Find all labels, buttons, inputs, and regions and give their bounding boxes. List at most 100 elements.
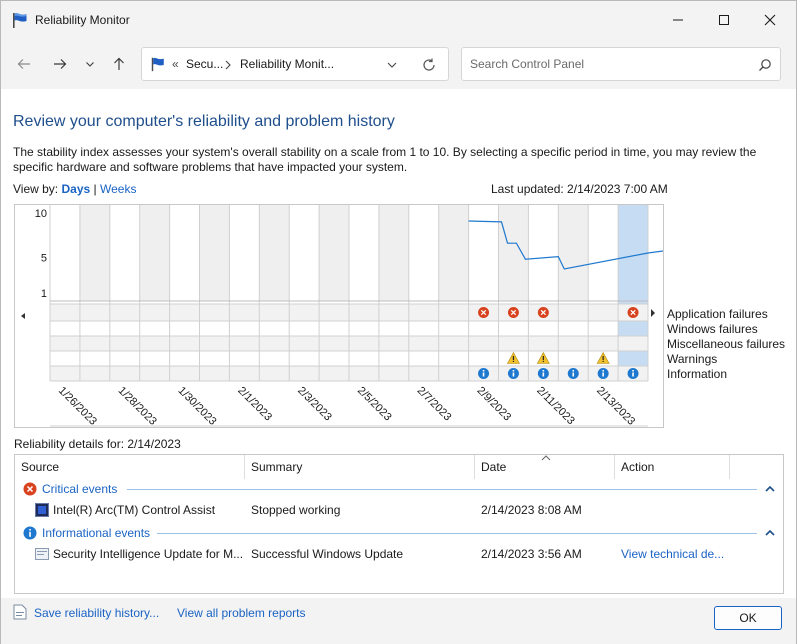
chevron-down-icon[interactable] xyxy=(387,60,397,70)
chart-column-shade xyxy=(558,205,589,301)
column-header-source[interactable]: Source xyxy=(15,455,245,479)
window-title: Reliability Monitor xyxy=(35,13,130,27)
last-updated: Last updated: 2/14/2023 7:00 AM xyxy=(491,182,668,196)
group-informational-events[interactable]: Informational events xyxy=(23,526,150,540)
main-content: Review your computer's reliability and p… xyxy=(1,89,796,598)
chart-column-shade xyxy=(139,205,170,301)
scroll-right-icon[interactable] xyxy=(649,308,657,318)
view-all-problem-reports-link[interactable]: View all problem reports xyxy=(177,606,306,620)
column-header-action[interactable]: Action xyxy=(615,455,730,479)
refresh-icon[interactable] xyxy=(422,58,436,72)
page-title: Review your computer's reliability and p… xyxy=(13,113,395,130)
chart-column-shade xyxy=(438,205,469,301)
view-technical-details-link[interactable]: View technical de... xyxy=(621,547,724,561)
date-label: 2/11/2023 xyxy=(534,385,577,427)
up-button[interactable] xyxy=(110,55,128,73)
group-divider xyxy=(157,533,757,534)
scroll-left-icon[interactable] xyxy=(21,313,25,319)
sort-ascending-icon xyxy=(541,455,551,461)
group-title-informational: Informational events xyxy=(42,526,151,540)
chevron-right-icon xyxy=(225,60,231,70)
chart-column-shade xyxy=(498,205,529,301)
save-document-icon xyxy=(13,604,27,620)
date-label: 1/28/2023 xyxy=(116,385,159,427)
address-overflow-indicator[interactable]: « xyxy=(172,57,179,71)
info-icon-bar xyxy=(632,372,634,377)
save-reliability-history-link[interactable]: Save reliability history... xyxy=(34,606,159,620)
chevron-down-icon xyxy=(86,62,94,67)
reliability-details-label: Reliability details for: 2/14/2023 xyxy=(14,437,181,451)
info-icon-dot xyxy=(632,370,634,372)
warning-icon-dot xyxy=(512,360,515,362)
y-tick-label: 5 xyxy=(41,252,47,264)
date-label: 2/9/2023 xyxy=(474,385,513,424)
view-by-weeks-link[interactable]: Weeks xyxy=(100,182,136,196)
arrow-left-icon xyxy=(17,59,30,69)
info-icon-bar xyxy=(572,372,575,377)
search-icon[interactable] xyxy=(758,58,772,72)
chart-column-shade xyxy=(259,205,290,301)
view-by: View by: Days | Weeks xyxy=(13,182,136,196)
date-label: 2/13/2023 xyxy=(594,385,637,427)
column-header-summary[interactable]: Summary xyxy=(245,455,475,479)
error-icon xyxy=(23,482,37,496)
date-label: 1/26/2023 xyxy=(56,385,99,427)
breadcrumb-reliability-monitor[interactable]: Reliability Monit... xyxy=(240,57,334,71)
app-icon xyxy=(35,503,49,517)
footer: Save reliability history... View all pro… xyxy=(1,598,796,644)
minimize-button[interactable] xyxy=(655,1,701,39)
windows-update-icon xyxy=(35,548,49,560)
flag-icon xyxy=(13,13,27,28)
row-summary: Stopped working xyxy=(251,503,341,517)
legend-miscellaneous-failures: Miscellaneous failures xyxy=(667,337,786,351)
y-tick-label: 10 xyxy=(35,208,47,220)
row-summary: Successful Windows Update xyxy=(251,547,404,561)
title-bar: Reliability Monitor xyxy=(1,1,796,39)
arrow-right-icon xyxy=(54,59,67,69)
maximize-button[interactable] xyxy=(701,1,747,39)
row-date: 2/14/2023 3:56 AM xyxy=(481,547,582,561)
flag-icon xyxy=(151,57,164,72)
info-icon-dot xyxy=(572,370,575,372)
view-by-days-link[interactable]: Days xyxy=(61,182,90,196)
ok-button[interactable]: OK xyxy=(714,606,782,630)
chart-column-shade xyxy=(79,205,110,301)
info-icon-bar xyxy=(512,372,515,377)
search-box[interactable] xyxy=(461,47,781,81)
group-critical-events[interactable]: Critical events xyxy=(23,482,117,496)
chart-column-shade xyxy=(199,205,230,301)
reliability-monitor-window: Reliability Monitor « Secu... Reliabilit… xyxy=(0,0,797,644)
back-button[interactable] xyxy=(15,55,33,73)
group-divider xyxy=(127,489,757,490)
date-label: 2/7/2023 xyxy=(415,385,454,424)
legend-information: Information xyxy=(667,367,728,381)
stability-chart-svg[interactable]: 10 5 1 1/26/2023 1/28/2023 1/30/2023 2/1/2023 2… xyxy=(15,205,675,428)
forward-button[interactable] xyxy=(51,55,69,73)
legend-application-failures: Application failures xyxy=(667,307,768,321)
arrow-up-icon xyxy=(114,57,124,70)
warning-icon-mark xyxy=(602,356,604,360)
view-by-separator: | xyxy=(93,182,97,196)
warning-icon-mark xyxy=(542,356,544,360)
info-icon-dot xyxy=(482,370,485,372)
row-source: Security Intelligence Update for M... xyxy=(53,547,244,561)
date-label: 2/1/2023 xyxy=(235,385,274,424)
info-icon xyxy=(23,526,37,540)
warning-icon-mark xyxy=(512,356,515,360)
address-bar[interactable]: « Secu... Reliability Monit... xyxy=(141,47,449,81)
stability-chart[interactable]: 10 5 1 1/26/2023 1/28/2023 1/30/2023 2/1/2023 2… xyxy=(14,204,675,428)
recent-locations-button[interactable] xyxy=(81,55,99,73)
collapse-chevron-icon[interactable] xyxy=(765,529,775,537)
search-input[interactable] xyxy=(470,55,750,73)
legend-warnings: Warnings xyxy=(667,352,718,366)
info-icon-dot xyxy=(602,370,604,372)
collapse-chevron-icon[interactable] xyxy=(765,485,775,493)
date-label: 2/5/2023 xyxy=(355,385,394,424)
y-tick-label: 1 xyxy=(41,288,47,300)
warning-icon-dot xyxy=(542,360,544,362)
breadcrumb-security[interactable]: Secu... xyxy=(186,57,223,71)
close-button[interactable] xyxy=(747,1,793,39)
selected-day-column xyxy=(618,205,648,381)
row-source: Intel(R) Arc(TM) Control Assist xyxy=(53,503,216,517)
chart-column-shade xyxy=(319,205,349,301)
